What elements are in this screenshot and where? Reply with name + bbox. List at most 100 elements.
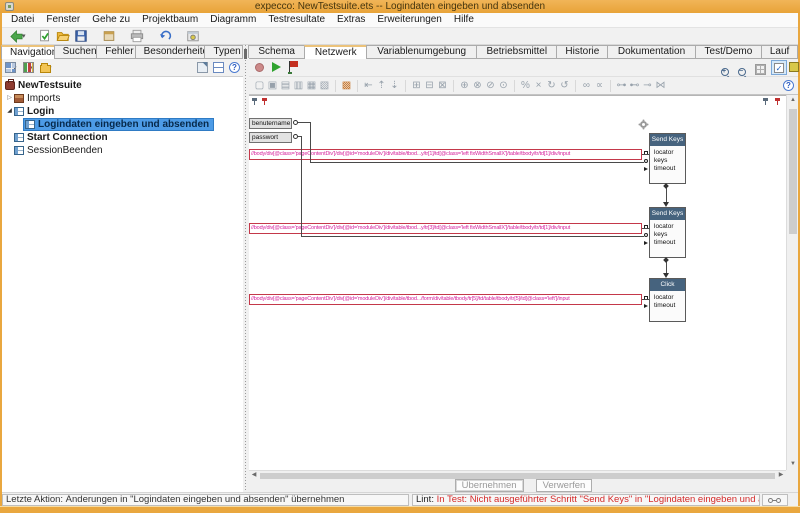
network-canvas[interactable]: benutername passwort //body/div[@class='… — [249, 95, 786, 470]
tree-item-logindaten[interactable]: Logindaten eingeben und absenden — [2, 118, 243, 131]
reset-layout-icon[interactable]: ↺ — [558, 78, 571, 94]
detach-window-icon[interactable] — [197, 62, 208, 73]
apply-button[interactable]: Übernehmen — [455, 479, 524, 492]
remove-step-icon[interactable]: ⊟ — [423, 78, 436, 94]
scroll-up-icon[interactable]: ▲ — [787, 96, 799, 105]
locator-node-1[interactable]: //body/div[@class='pageContentDiv']/div[… — [249, 149, 642, 160]
align-left-icon[interactable]: ⇤ — [362, 78, 375, 94]
disconnect-pins-icon[interactable]: ⊗ — [471, 78, 484, 94]
input-node-benutername[interactable]: benutername — [249, 118, 292, 129]
input-node-passwort[interactable]: passwort — [249, 132, 292, 143]
pin-gray-icon[interactable] — [252, 98, 257, 105]
tab-typen[interactable]: Typen — [204, 45, 243, 58]
view-mode-icon[interactable] — [5, 62, 16, 73]
scale-icon[interactable]: % — [519, 78, 532, 94]
pin-keys[interactable]: keys — [650, 231, 685, 239]
tab-test-demo[interactable]: Test/Demo — [695, 45, 762, 58]
pin-mode-2-icon[interactable]: ⊷ — [628, 78, 641, 94]
tree-item-start-connection[interactable]: Start Connection — [2, 131, 243, 144]
category-view-icon[interactable] — [23, 62, 34, 73]
pin-red-icon[interactable] — [262, 98, 267, 105]
tab-betriebsmittel[interactable]: Betriebsmittel — [476, 45, 557, 58]
gear-icon[interactable] — [640, 121, 647, 128]
curved-lines-icon[interactable]: ∝ — [593, 78, 606, 94]
splitter-handle[interactable] — [244, 49, 247, 59]
tree-item-login[interactable]: ◢ Login — [2, 105, 243, 118]
pin-locator[interactable]: locator — [650, 294, 685, 302]
tab-navigation[interactable]: Navigation — [1, 45, 55, 59]
scroll-down-icon[interactable]: ▼ — [787, 460, 799, 469]
tab-variablenumgebung[interactable]: Variablenumgebung — [366, 45, 477, 58]
step-block-send-keys-1[interactable]: Send Keys locator keys timeout — [649, 133, 686, 184]
tree-item-newtestsuite[interactable]: NewTestsuite — [2, 79, 243, 92]
lint-icon-field[interactable] — [762, 494, 788, 506]
menu-fenster[interactable]: Fenster — [41, 13, 85, 27]
delete-icon[interactable]: × — [532, 78, 545, 94]
pin-red-icon[interactable] — [775, 98, 780, 105]
discard-button[interactable]: Verwerfen — [536, 479, 593, 492]
hide-pins-icon[interactable]: ⊘ — [484, 78, 497, 94]
straight-lines-icon[interactable]: ∞ — [580, 78, 593, 94]
menu-projektbaum[interactable]: Projektbaum — [137, 13, 203, 27]
vertical-scroll-thumb[interactable] — [789, 109, 797, 234]
tree-item-imports[interactable]: ▷ Imports — [2, 92, 243, 105]
vertical-scrollbar[interactable]: ▲ ▼ — [786, 95, 798, 470]
step-block-send-keys-2[interactable]: Send Keys locator keys timeout — [649, 207, 686, 258]
menu-erweiterungen[interactable]: Erweiterungen — [372, 13, 446, 27]
tab-besonderheiten[interactable]: Besonderheiten — [135, 45, 206, 58]
menu-hilfe[interactable]: Hilfe — [449, 13, 479, 27]
pin-keys[interactable]: keys — [650, 157, 685, 165]
pin-mode-1-icon[interactable]: ⊶ — [615, 78, 628, 94]
menu-gehe-zu[interactable]: Gehe zu — [87, 13, 135, 27]
pin-timeout[interactable]: timeout — [650, 165, 685, 173]
pin-mode-4-icon[interactable]: ⋈ — [654, 78, 667, 94]
save-icon[interactable] — [72, 29, 90, 44]
open-icon[interactable] — [54, 29, 72, 44]
menu-datei[interactable]: Datei — [6, 13, 39, 27]
menu-testresultate[interactable]: Testresultate — [263, 13, 330, 27]
title-bar[interactable]: expecco: NewTestsuite.ets -- Logindaten … — [0, 0, 800, 13]
snapshot-icon[interactable]: ▦ — [305, 78, 318, 94]
step-block-click[interactable]: Click locator timeout — [649, 278, 686, 322]
horizontal-scrollbar[interactable]: ◀ ▶ — [249, 470, 786, 479]
snap-checkbox-icon[interactable]: ✓ — [771, 60, 787, 75]
save-layout-icon[interactable] — [213, 62, 224, 73]
redo-layout-icon[interactable]: ↻ — [545, 78, 558, 94]
add-step-icon[interactable]: ⊞ — [410, 78, 423, 94]
print-icon[interactable] — [128, 29, 146, 44]
align-top-icon[interactable]: ⇡ — [375, 78, 388, 94]
note-icon[interactable] — [789, 62, 799, 72]
save-diagram-icon[interactable]: ▢ — [253, 78, 266, 94]
pin-timeout[interactable]: timeout — [650, 302, 685, 310]
record-icon[interactable] — [255, 63, 264, 72]
edit-step-icon[interactable]: ⊠ — [436, 78, 449, 94]
align-bottom-icon[interactable]: ⇣ — [388, 78, 401, 94]
paste-diagram-icon[interactable]: ▥ — [292, 78, 305, 94]
tab-netzwerk[interactable]: Netzwerk — [304, 45, 367, 59]
pin-timeout[interactable]: timeout — [650, 239, 685, 247]
tab-historie[interactable]: Historie — [556, 45, 608, 58]
undo-icon[interactable] — [156, 29, 174, 44]
expanded-expander-icon[interactable]: ◢ — [5, 105, 14, 118]
debug-flag-icon[interactable] — [289, 61, 290, 73]
show-pins-icon[interactable]: ⊙ — [497, 78, 510, 94]
copy-diagram-icon[interactable]: ▤ — [279, 78, 292, 94]
pin-locator[interactable]: locator — [650, 149, 685, 157]
locator-node-3[interactable]: //body/div[@class='pageContentDiv']/div[… — [249, 294, 642, 305]
image-icon[interactable]: ▩ — [340, 78, 353, 94]
tab-schema[interactable]: Schema — [248, 45, 305, 58]
collapsed-expander-icon[interactable]: ▷ — [5, 92, 14, 105]
tab-lauf[interactable]: Lauf — [761, 45, 798, 58]
print-diagram-icon[interactable]: ▧ — [318, 78, 331, 94]
pin-locator[interactable]: locator — [650, 223, 685, 231]
help-icon[interactable]: ? — [229, 62, 240, 73]
tools-icon[interactable] — [184, 29, 202, 44]
pin-mode-3-icon[interactable]: ⊸ — [641, 78, 654, 94]
save-selection-icon[interactable]: ▣ — [266, 78, 279, 94]
connect-pins-icon[interactable]: ⊕ — [458, 78, 471, 94]
play-icon[interactable] — [272, 62, 281, 72]
help-icon[interactable]: ? — [783, 80, 794, 91]
new-window-icon[interactable] — [100, 29, 118, 44]
tree-item-sessionbeenden[interactable]: SessionBeenden — [2, 144, 243, 157]
folder-view-icon[interactable] — [40, 65, 51, 73]
